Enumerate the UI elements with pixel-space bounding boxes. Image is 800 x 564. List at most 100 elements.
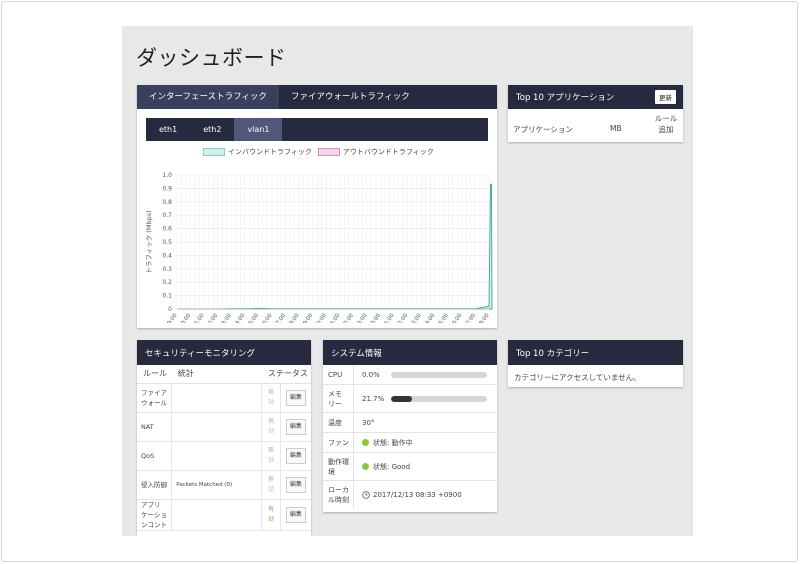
local-time-value-cell: 2017/12/13 08:33 +0900 (354, 491, 497, 499)
rule-name: ファイア ウォール (137, 383, 173, 413)
security-table-body: ファイア ウォール無 効編集 NAT 無 効編集 QoS 無 効編集 侵入防御 Packet… (137, 383, 311, 531)
categories-empty-message: カテゴリーにアクセスしていません。 (514, 373, 641, 382)
y-tick-label: 0.2 (162, 279, 172, 286)
y-tick-label: 0.6 (162, 226, 172, 233)
x-tick-label: 01:00 (382, 312, 396, 323)
edit-cell: 編集 (280, 412, 311, 442)
top-categories-panel: Top 10 カテゴリー カテゴリーにアクセスしていません。 (508, 340, 683, 387)
cpu-row: CPU 0.0% (323, 365, 497, 385)
rule-status: 無 効 (261, 383, 281, 413)
y-tick-label: 0.8 (162, 199, 172, 206)
x-tick-label: 00:00 (368, 312, 382, 323)
x-tick-label: 17:00 (273, 312, 287, 323)
traffic-chart: 1.0 0.9 0.8 0.7 0.6 0.5 0.4 0.3 0.2 0.1 009:00 10:0… (145, 172, 493, 323)
security-header: セキュリティーモニタリング (137, 340, 311, 365)
system-info-header: システム情報 (323, 340, 497, 365)
x-tick-label: 09:00 (165, 312, 179, 323)
series-inbound-area (177, 183, 493, 310)
subtab-eth2[interactable]: eth2 (190, 118, 234, 141)
clock-icon (362, 491, 370, 499)
col-add-rule-line1: ルール (654, 114, 678, 123)
edit-cell: 編集 (280, 441, 311, 471)
rule-stats (171, 383, 263, 413)
tab-firewall-traffic[interactable]: ファイアウォールトラフィック (279, 85, 422, 109)
subtab-vlan1[interactable]: vlan1 (234, 118, 283, 141)
temperature-row: 温度 30° (323, 413, 497, 433)
traffic-tabs: インターフェーストラフィック ファイアウォールトラフィック (137, 85, 497, 109)
y-tick-label: 0 (168, 306, 172, 313)
tab-interface-traffic[interactable]: インターフェーストラフィック (137, 85, 279, 109)
col-rule: ルール (137, 365, 172, 384)
fan-value-cell: 状態: 動作中 (354, 438, 497, 448)
rule-name: アプリ ケーショ ンコント (137, 499, 173, 531)
rule-stats (171, 499, 263, 531)
top-apps-panel: Top 10 アプリケーション 更新 アプリケーション MB ルール 追加 (508, 85, 683, 142)
x-tick-label: 05:00 (436, 312, 450, 323)
refresh-button[interactable]: 更新 (655, 90, 676, 104)
table-row: 侵入防御 Packets Matched (0) 無 効編集 (137, 470, 311, 500)
top-categories-title: Top 10 カテゴリー (516, 348, 590, 359)
y-tick-label: 0.9 (162, 185, 172, 192)
x-tick-label: 15:00 (246, 312, 260, 323)
y-tick-label: 0.5 (162, 239, 172, 246)
subtab-eth1[interactable]: eth1 (146, 118, 190, 141)
x-tick-label: 02:00 (395, 312, 409, 323)
environment-value: 状態: Good (373, 462, 411, 471)
status-ok-icon (362, 439, 369, 446)
rule-stats (171, 412, 263, 442)
local-time-label: ローカ ル時刻 (323, 481, 354, 509)
page-title: ダッシュボード (136, 46, 287, 70)
interface-subtabs: eth1 eth2 vlan1 (146, 118, 488, 141)
col-status: ステータス (261, 365, 311, 384)
rule-name: NAT (137, 412, 173, 442)
x-tick-label: 04:00 (422, 312, 436, 323)
security-title: セキュリティーモニタリング (145, 348, 255, 359)
col-add-rule: ルール 追加 (652, 113, 680, 135)
x-tick-label: 23:00 (355, 312, 369, 323)
traffic-panel: インターフェーストラフィック ファイアウォールトラフィック eth1 eth2 … (137, 85, 497, 328)
local-time-value: 2017/12/13 08:33 +0900 (373, 491, 462, 499)
edit-button[interactable]: 編集 (285, 506, 306, 523)
col-stats: 統計 (171, 365, 262, 384)
edit-button[interactable]: 編集 (285, 476, 306, 493)
x-tick-label: 10:00 (178, 312, 192, 323)
table-header-row: ルール 統計 ステータス (137, 365, 311, 384)
environment-label: 動作環 境 (323, 453, 354, 480)
edit-button[interactable]: 編集 (285, 389, 306, 406)
temperature-label: 温度 (323, 413, 354, 432)
environment-row: 動作環 境 状態: Good (323, 453, 497, 481)
x-tick-label: 18:00 (287, 312, 301, 323)
edit-button[interactable]: 編集 (285, 418, 306, 435)
status-ok-icon (362, 463, 369, 470)
security-monitoring-panel: セキュリティーモニタリング ルール 統計 ステータス ファイア ウォール無 効編… (137, 340, 311, 536)
memory-label: メモ リー (323, 385, 354, 412)
x-tick-label: 07:00 (463, 312, 477, 323)
table-row: アプリ ケーショ ンコント 有 効編集 (137, 499, 311, 531)
table-row: QoS 無 効編集 (137, 441, 311, 471)
memory-usage-fill (391, 395, 412, 402)
x-tick-label: 12:00 (205, 312, 219, 323)
edit-cell: 編集 (280, 470, 311, 500)
cpu-value: 0.0% (362, 370, 380, 379)
col-application: アプリケーション (513, 125, 573, 134)
y-axis-label: トラフィック (Mbps) (145, 210, 153, 273)
rule-status: 無 効 (261, 470, 281, 500)
rule-status: 無 効 (261, 441, 281, 471)
x-tick-label: 20:00 (314, 312, 328, 323)
top-apps-header: Top 10 アプリケーション 更新 (508, 85, 683, 109)
x-tick-label: 14:00 (232, 312, 246, 323)
col-mb: MB (610, 124, 622, 133)
edit-button[interactable]: 編集 (285, 447, 306, 464)
rule-status: 無 効 (261, 412, 281, 442)
system-info-title: システム情報 (331, 348, 382, 359)
rule-name: QoS (137, 441, 173, 471)
x-tick-label: 03:00 (409, 312, 423, 323)
rule-name: 侵入防御 (137, 470, 173, 500)
fan-value: 状態: 動作中 (373, 438, 413, 447)
security-table: ルール 統計 ステータス ファイア ウォール無 効編集 NAT 無 効編集 QoS 無 … (137, 365, 311, 531)
x-tick-label: 13:00 (219, 312, 233, 323)
x-tick-label: 22:00 (341, 312, 355, 323)
local-time-row: ローカ ル時刻 2017/12/13 08:33 +0900 (323, 481, 497, 509)
system-info-panel: システム情報 CPU 0.0% メモ リー 21.7% 温度 30° ファン 状… (323, 340, 497, 512)
temperature-value: 30° (362, 418, 375, 427)
